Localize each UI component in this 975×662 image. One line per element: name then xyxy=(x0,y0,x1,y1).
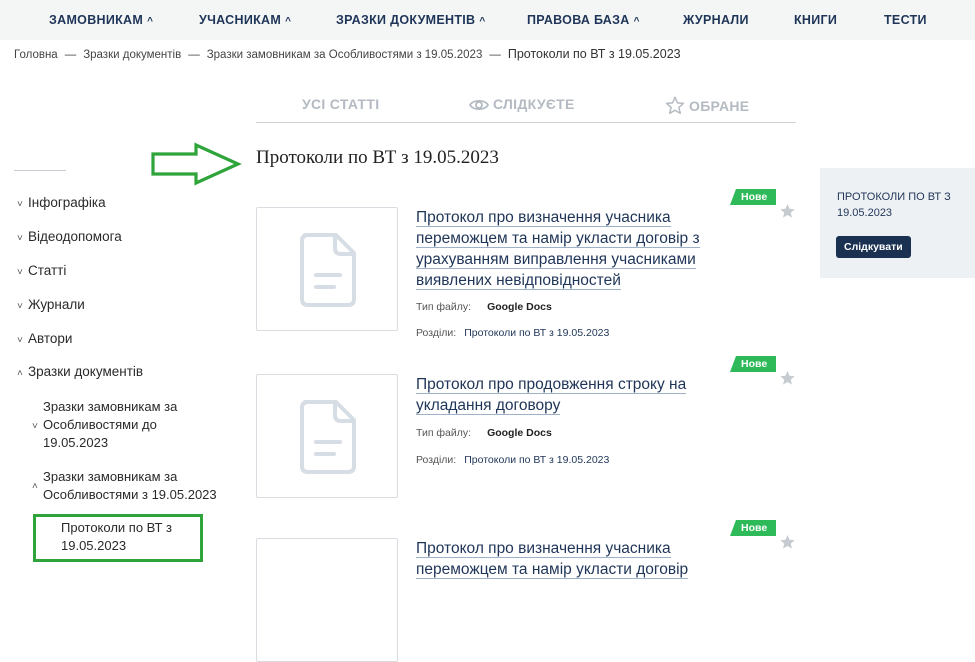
sections-label: Розділи: xyxy=(416,454,457,466)
sections-row: Розділи: Протоколи по ВТ з 19.05.2023 xyxy=(416,327,609,339)
tab-label: ОБРАНЕ xyxy=(689,98,750,114)
chevron-down-icon: ˅ xyxy=(17,233,23,244)
file-type-row: Тип файлу: Google Docs xyxy=(416,427,552,439)
nav-item-uchasnykam[interactable]: УЧАСНИКАМ ^ xyxy=(199,0,291,40)
file-type-label: Тип файлу: xyxy=(416,427,472,439)
nav-item-zrazky-dokumentiv[interactable]: ЗРАЗКИ ДОКУМЕНТІВ ^ xyxy=(336,0,486,40)
breadcrumb-separator: — xyxy=(188,49,200,61)
star-outline-icon xyxy=(665,96,685,115)
new-badge: Нове xyxy=(730,520,777,536)
article-title-link[interactable]: Протокол про визначення учасника перемож… xyxy=(416,538,731,580)
sidebar-subitem-before-2023[interactable]: ˅ Зразки замовникам за Особливостями до … xyxy=(32,398,203,452)
chevron-up-icon: ^ xyxy=(285,16,292,27)
chevron-up-icon: ^ xyxy=(147,16,154,27)
star-icon[interactable] xyxy=(779,203,796,219)
sidebar-subitem-label: Зразки замовникам за Особливостями до 19… xyxy=(43,399,178,450)
article-title: Протокол про визначення учасника перемож… xyxy=(416,209,700,290)
breadcrumb-current: Протоколи по ВТ з 19.05.2023 xyxy=(507,47,681,61)
chevron-up-icon: ^ xyxy=(633,16,640,27)
nav-item-label: ЗРАЗКИ ДОКУМЕНТІВ xyxy=(336,13,476,27)
star-icon[interactable] xyxy=(779,534,796,550)
follow-button[interactable]: Слідкувати xyxy=(836,236,911,258)
chevron-down-icon: ˅ xyxy=(32,421,38,432)
chevron-down-icon: ˅ xyxy=(17,199,23,210)
nav-item-label: ЗАМОВНИКАМ xyxy=(49,13,144,27)
follow-panel-title: ПРОТОКОЛИ ПО ВТ З 19.05.2023 xyxy=(837,191,951,219)
chevron-down-icon: ˅ xyxy=(17,335,23,346)
nav-item-zamovnykam[interactable]: ЗАМОВНИКАМ ^ xyxy=(49,0,153,40)
file-type-row: Тип файлу: Google Docs xyxy=(416,301,552,313)
tab-label: СЛІДКУЄТЕ xyxy=(493,96,575,112)
nav-item-label: УЧАСНИКАМ xyxy=(199,13,282,27)
sidebar-item-label: Статті xyxy=(28,263,67,278)
article-title-link[interactable]: Протокол про визначення учасника перемож… xyxy=(416,207,731,291)
nav-item-label: ПРАВОВА БАЗА xyxy=(527,13,630,27)
nav-item-testy[interactable]: ТЕСТИ xyxy=(884,0,927,40)
sidebar-item-journals[interactable]: ˅ Журнали xyxy=(17,297,85,312)
article-title-link[interactable]: Протокол про продовження строку на уклад… xyxy=(416,374,731,416)
star-icon[interactable] xyxy=(779,370,796,386)
sidebar-item-video-help[interactable]: ˅ Відеодопомога xyxy=(17,229,122,244)
sections-row: Розділи: Протоколи по ВТ з 19.05.2023 xyxy=(416,454,609,466)
document-thumbnail[interactable] xyxy=(256,374,398,498)
file-type-value: Google Docs xyxy=(487,301,552,313)
breadcrumb: Головна — Зразки документів — Зразки замовни… xyxy=(14,47,681,61)
nav-item-label: КНИГИ xyxy=(794,13,838,27)
chevron-down-icon: ˅ xyxy=(17,267,23,278)
sidebar-subitem-from-2023[interactable]: ˄ Зразки замовникам за Особливостями з 1… xyxy=(32,468,233,504)
article-title: Протокол про визначення учасника перемож… xyxy=(416,540,689,579)
sidebar-item-articles[interactable]: ˅ Статті xyxy=(17,263,66,278)
nav-item-pravova-baza[interactable]: ПРАВОВА БАЗА ^ xyxy=(527,0,640,40)
chevron-up-icon: ˄ xyxy=(32,481,38,492)
sections-label: Розділи: xyxy=(416,327,457,339)
sidebar-item-infographics[interactable]: ˅ Інфографіка xyxy=(17,195,106,210)
document-icon xyxy=(300,400,356,474)
chevron-up-icon: ˄ xyxy=(17,368,23,379)
nav-item-zhurnaly[interactable]: ЖУРНАЛИ xyxy=(683,0,749,40)
tab-following[interactable]: СЛІДКУЄТЕ xyxy=(468,96,575,113)
section-link[interactable]: Протоколи по ВТ з 19.05.2023 xyxy=(464,454,609,466)
annotation-highlight-box xyxy=(33,514,203,562)
sidebar-item-document-samples[interactable]: ˄ Зразки документів xyxy=(17,364,143,379)
nav-item-label: ТЕСТИ xyxy=(884,13,927,27)
breadcrumb-separator: — xyxy=(489,49,501,61)
new-badge: Нове xyxy=(730,356,777,372)
file-type-label: Тип файлу: xyxy=(416,301,472,313)
tab-favorites[interactable]: ОБРАНЕ xyxy=(665,96,749,115)
tab-label: УСІ СТАТТІ xyxy=(302,96,380,112)
document-icon xyxy=(300,233,356,307)
annotation-arrow-icon xyxy=(151,142,242,186)
nav-item-label: ЖУРНАЛИ xyxy=(683,13,749,27)
sidebar-item-label: Журнали xyxy=(28,297,85,312)
sidebar-item-label: Відеодопомога xyxy=(28,229,122,244)
tab-all-articles[interactable]: УСІ СТАТТІ xyxy=(302,96,379,112)
sidebar-subitem-label: Зразки замовникам за Особливостями з 19.… xyxy=(43,469,217,502)
follow-panel: ПРОТОКОЛИ ПО ВТ З 19.05.2023 Слідкувати xyxy=(820,168,975,278)
breadcrumb-separator: — xyxy=(64,49,77,61)
page-title: Протоколи по ВТ з 19.05.2023 xyxy=(256,147,499,168)
file-type-value: Google Docs xyxy=(487,427,552,439)
sidebar-item-label: Інфографіка xyxy=(28,195,106,210)
sidebar-item-label: Автори xyxy=(28,331,73,346)
chevron-down-icon: ˅ xyxy=(17,301,23,312)
sidebar-divider xyxy=(14,170,66,171)
eye-icon xyxy=(468,99,490,111)
document-thumbnail[interactable] xyxy=(256,538,398,662)
breadcrumb-link-samples[interactable]: Зразки замовникам за Особливостями з 19.… xyxy=(207,49,483,61)
breadcrumb-link-home[interactable]: Головна xyxy=(14,49,58,61)
article-title: Протокол про продовження строку на уклад… xyxy=(416,376,687,415)
top-navigation: ЗАМОВНИКАМ ^ УЧАСНИКАМ ^ ЗРАЗКИ ДОКУМЕНТІВ… xyxy=(0,0,975,40)
section-link[interactable]: Протоколи по ВТ з 19.05.2023 xyxy=(464,327,609,339)
sidebar-item-authors[interactable]: ˅ Автори xyxy=(17,331,72,346)
nav-item-knyhy[interactable]: КНИГИ xyxy=(794,0,837,40)
chevron-up-icon: ^ xyxy=(479,16,486,27)
filter-tabs: УСІ СТАТТІ СЛІДКУЄТЕ ОБРАНЕ xyxy=(256,88,796,123)
new-badge: Нове xyxy=(730,189,777,205)
sidebar-item-label: Зразки документів xyxy=(28,364,144,379)
document-thumbnail[interactable] xyxy=(256,207,398,331)
breadcrumb-link-documents[interactable]: Зразки документів xyxy=(83,49,181,61)
